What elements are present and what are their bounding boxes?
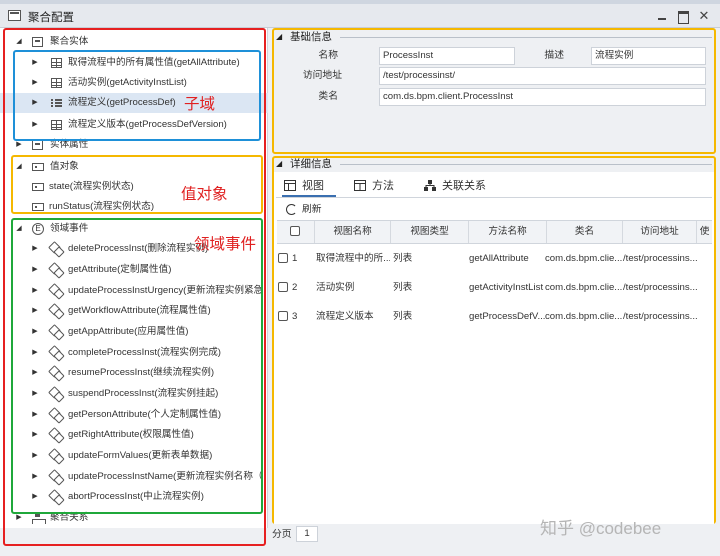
tab-label: 方法	[372, 180, 394, 192]
class-field[interactable]: com.ds.bpm.client.ProcessInst	[379, 88, 706, 106]
cell-method: getAllAttribute	[469, 253, 529, 264]
minimize-button[interactable]	[654, 8, 670, 24]
tab-view[interactable]: 视图	[284, 176, 340, 196]
desc-field[interactable]: 流程实例	[591, 47, 706, 65]
window-title: 聚合配置	[28, 12, 74, 24]
pagination-label: 分页	[272, 529, 292, 540]
close-button[interactable]: ✕	[696, 8, 712, 24]
watermark: 知乎 @codebee	[540, 519, 662, 538]
cell-view-name: 取得流程中的所...	[316, 253, 390, 264]
tab-methods[interactable]: 方法	[354, 176, 402, 196]
collapse-arrow-icon[interactable]: ◢	[276, 30, 282, 44]
annotation-box-domain-event	[11, 218, 263, 514]
tab-label: 视图	[302, 180, 324, 192]
cell-view-name: 活动实例	[316, 282, 355, 293]
grid-column-header[interactable]: 视图名称	[315, 221, 391, 243]
relation-icon	[424, 180, 436, 191]
view-icon	[284, 180, 296, 191]
annotation-subdomain: 子域	[184, 96, 216, 113]
grid-column-header[interactable]: 视图类型	[391, 221, 469, 243]
maximize-button[interactable]	[675, 8, 691, 24]
grid-column-header[interactable]: 方法名称	[469, 221, 547, 243]
cell-url: /test/processins...	[623, 311, 698, 322]
select-all-checkbox[interactable]	[290, 226, 300, 236]
page-number-button[interactable]: 1	[296, 526, 318, 542]
tab-relations[interactable]: 关联关系	[424, 176, 494, 196]
class-label: 类名	[318, 91, 338, 102]
section-title: 基础信息	[290, 31, 332, 43]
collapse-arrow-icon[interactable]: ◢	[276, 157, 282, 171]
grid-column-header[interactable]: 类名	[547, 221, 623, 243]
detail-info-header[interactable]: ◢ 详细信息	[272, 157, 720, 171]
desc-label: 描述	[544, 50, 564, 61]
cell-view-name: 流程定义版本	[316, 311, 374, 322]
basic-info-header[interactable]: ◢ 基础信息	[272, 30, 720, 44]
name-field[interactable]: ProcessInst	[379, 47, 515, 65]
divider	[340, 37, 712, 38]
window-titlebar: 聚合配置 ✕	[0, 4, 720, 28]
grid-header-select[interactable]	[277, 221, 315, 243]
annotation-domain-event: 领域事件	[194, 236, 257, 253]
cell-class: com.ds.bpm.clie...	[545, 311, 623, 322]
annotation-box-subdomain	[13, 50, 261, 141]
cell-view-type: 列表	[393, 311, 413, 322]
name-label: 名称	[318, 50, 338, 61]
section-title: 详细信息	[290, 158, 332, 170]
cell-url: /test/processins...	[623, 253, 698, 264]
cell-class: com.ds.bpm.clie...	[545, 253, 623, 264]
annotation-value-object: 值对象	[181, 186, 228, 203]
grid-column-header[interactable]: 访问地址	[623, 221, 697, 243]
method-icon	[354, 180, 366, 191]
refresh-icon	[286, 204, 297, 215]
row-checkbox[interactable]	[278, 253, 288, 263]
row-index: 2	[292, 282, 298, 293]
row-checkbox[interactable]	[278, 311, 288, 321]
cell-class: com.ds.bpm.clie...	[545, 282, 623, 293]
url-label: 访问地址	[302, 70, 342, 81]
cell-view-type: 列表	[393, 282, 413, 293]
tab-label: 关联关系	[442, 180, 486, 192]
url-field[interactable]: /test/processinst/	[379, 67, 706, 85]
window-icon	[8, 10, 21, 21]
row-index: 3	[292, 311, 298, 322]
refresh-label: 刷新	[302, 204, 322, 215]
cell-method: getProcessDefV...	[469, 311, 545, 322]
divider	[340, 164, 712, 165]
cell-url: /test/processins...	[623, 282, 698, 293]
cell-method: getActivityInstList	[469, 282, 544, 293]
row-index: 1	[292, 253, 298, 264]
grid-column-header[interactable]: 使	[697, 221, 712, 243]
active-tab-indicator	[282, 195, 336, 197]
cell-view-type: 列表	[393, 253, 413, 264]
grid-header: 视图名称 视图类型 方法名称 类名 访问地址 使	[277, 220, 712, 244]
tabs-divider	[276, 197, 712, 198]
row-checkbox[interactable]	[278, 282, 288, 292]
